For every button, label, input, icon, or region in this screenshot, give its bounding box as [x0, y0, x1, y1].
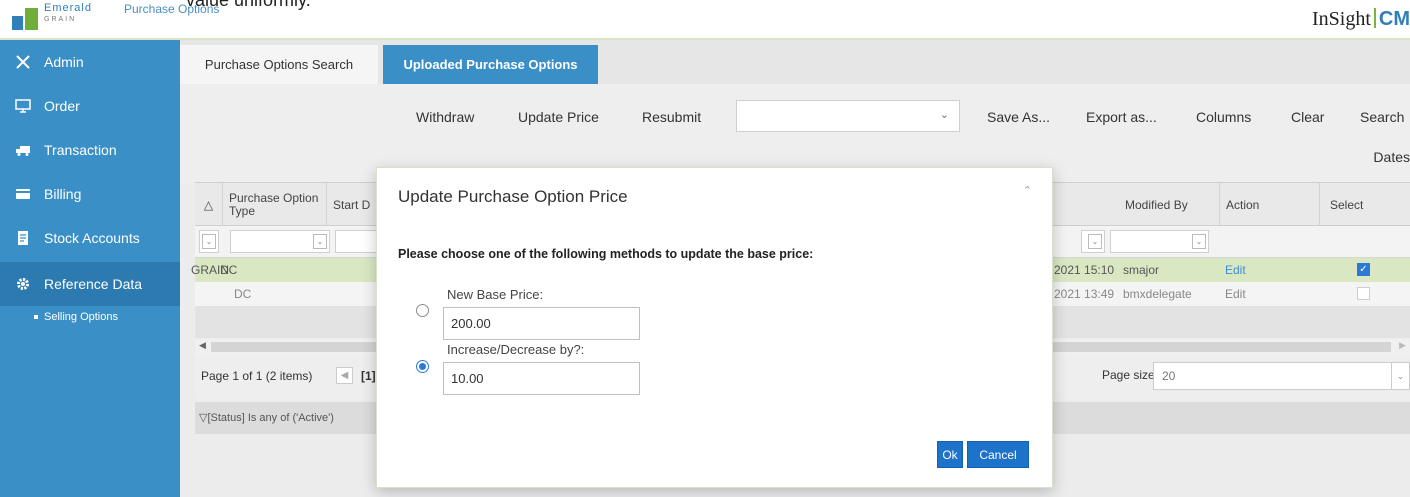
edit-link[interactable]: Edit	[1225, 263, 1246, 277]
logo-subtext: GRAIN	[44, 16, 77, 23]
cell-type: DC	[234, 287, 252, 301]
update-price-button[interactable]: Update Price	[518, 109, 599, 125]
sort-icon[interactable]: △	[195, 183, 223, 227]
column-header-select[interactable]: Select	[1320, 183, 1410, 227]
resubmit-button[interactable]: Resubmit	[642, 109, 701, 125]
filter-status-text: [Status] Is any of ('Active')	[207, 412, 334, 424]
truck-icon	[14, 141, 32, 159]
increase-decrease-radio[interactable]	[416, 360, 429, 373]
page-size-label: Page size:	[1102, 368, 1159, 382]
row-select-checkbox[interactable]: ✓	[1357, 263, 1370, 276]
columns-button[interactable]: Columns	[1196, 109, 1251, 125]
prev-page-icon[interactable]: ◀	[336, 367, 353, 384]
brand-right: CM	[1378, 8, 1410, 30]
save-as-button[interactable]: Save As...	[987, 109, 1050, 125]
document-icon	[14, 229, 32, 247]
chevron-down-icon: ⌄	[1192, 234, 1206, 249]
sidebar-item-billing[interactable]: Billing	[0, 172, 180, 216]
monitor-icon	[14, 97, 32, 115]
pager-summary: Page 1 of 1 (2 items)	[201, 369, 313, 383]
sidebar: Admin Order Transaction Billing Stock Ac…	[0, 40, 188, 497]
scroll-right-icon[interactable]: ▶	[1399, 340, 1406, 351]
cell-type: DC	[220, 263, 238, 277]
column-header-action[interactable]: Action	[1220, 183, 1320, 227]
dialog-title: Update Purchase Option Price	[398, 187, 628, 206]
edit-link[interactable]: Edit	[1225, 287, 1246, 301]
sidebar-item-stock-accounts[interactable]: Stock Accounts	[0, 216, 180, 260]
gear-icon	[14, 275, 32, 293]
dates-label[interactable]: Dates	[1373, 149, 1410, 165]
cell-modified-by: smajor	[1123, 263, 1160, 277]
dialog-instruction: Please choose one of the following metho…	[398, 247, 814, 261]
tab-purchase-options-search[interactable]: Purchase Options Search	[180, 45, 378, 84]
chevron-down-icon: ⌄	[313, 234, 327, 249]
sidebar-item-transaction[interactable]: Transaction	[0, 128, 180, 172]
chevron-down-icon[interactable]: ⌄	[1391, 362, 1410, 390]
cancel-button[interactable]: Cancel	[967, 441, 1029, 468]
tools-icon	[14, 53, 32, 71]
sidebar-item-label: Order	[44, 98, 80, 114]
sidebar-item-label: Billing	[44, 186, 82, 202]
current-page[interactable]: [1]	[361, 369, 376, 383]
bullet-icon	[34, 315, 38, 319]
card-icon	[14, 185, 32, 203]
brand-logo: InSight CM	[1312, 8, 1410, 31]
update-price-dialog: Update Purchase Option Price ⌃ Please ch…	[376, 167, 1053, 488]
sidebar-item-label: Reference Data	[44, 276, 143, 292]
column-header-modified-by[interactable]: Modified By	[1107, 183, 1220, 227]
withdraw-button[interactable]: Withdraw	[416, 109, 474, 125]
scroll-left-icon[interactable]: ◀	[199, 340, 206, 351]
ok-button[interactable]: Ok	[937, 441, 963, 468]
logo-mark-icon	[12, 6, 38, 30]
new-base-price-radio[interactable]	[416, 304, 429, 317]
increase-decrease-label: Increase/Decrease by?:	[447, 342, 585, 357]
chevron-down-icon: ⌄	[202, 234, 216, 249]
filter-cell-po-type[interactable]: ⌄	[230, 230, 330, 253]
new-base-price-input[interactable]	[443, 307, 640, 340]
tab-bar: Purchase Options Search Uploaded Purchas…	[180, 40, 1410, 84]
cell-modified-by: bmxdelegate	[1123, 287, 1192, 301]
sidebar-subitem-selling-options[interactable]: Selling Options	[0, 304, 180, 330]
search-button[interactable]: Search	[1360, 109, 1404, 125]
sidebar-item-label: Transaction	[44, 142, 117, 158]
filter-cell-modified[interactable]: ⌄	[1081, 230, 1105, 253]
brand-left: InSight	[1311, 8, 1371, 30]
chevron-down-icon: ⌄	[1088, 234, 1102, 249]
sidebar-item-reference-data[interactable]: Reference Data	[0, 262, 188, 306]
tab-uploaded-purchase-options[interactable]: Uploaded Purchase Options	[383, 45, 598, 84]
filter-cell[interactable]: ⌄	[199, 230, 219, 253]
row-select-checkbox[interactable]	[1357, 287, 1370, 300]
overlay-caption: value uniformly.	[186, 0, 311, 10]
layout-select[interactable]: ⌄	[736, 100, 960, 132]
cell-modified: 2021 13:49	[1054, 287, 1115, 301]
sidebar-item-label: Admin	[44, 54, 84, 70]
sidebar-item-admin[interactable]: Admin	[0, 40, 180, 84]
filter-cell-modified-by[interactable]: ⌄	[1110, 230, 1209, 253]
chevron-down-icon: ⌄	[939, 109, 949, 121]
sidebar-subitem-label: Selling Options	[44, 311, 118, 323]
increase-decrease-input[interactable]	[443, 362, 640, 395]
logo-text: Emerald	[44, 2, 92, 14]
brand-separator	[1373, 8, 1376, 28]
cell-modified: 2021 15:10	[1054, 263, 1115, 277]
page-size-input[interactable]: 20	[1153, 362, 1393, 390]
clear-button[interactable]: Clear	[1291, 109, 1324, 125]
export-as-button[interactable]: Export as...	[1086, 109, 1157, 125]
sidebar-item-label: Stock Accounts	[44, 230, 140, 246]
column-header-po-type[interactable]: Purchase Option Type	[223, 183, 327, 227]
new-base-price-label: New Base Price:	[447, 287, 544, 302]
sidebar-item-order[interactable]: Order	[0, 84, 180, 128]
chevron-up-icon[interactable]: ⌃	[1023, 184, 1032, 197]
